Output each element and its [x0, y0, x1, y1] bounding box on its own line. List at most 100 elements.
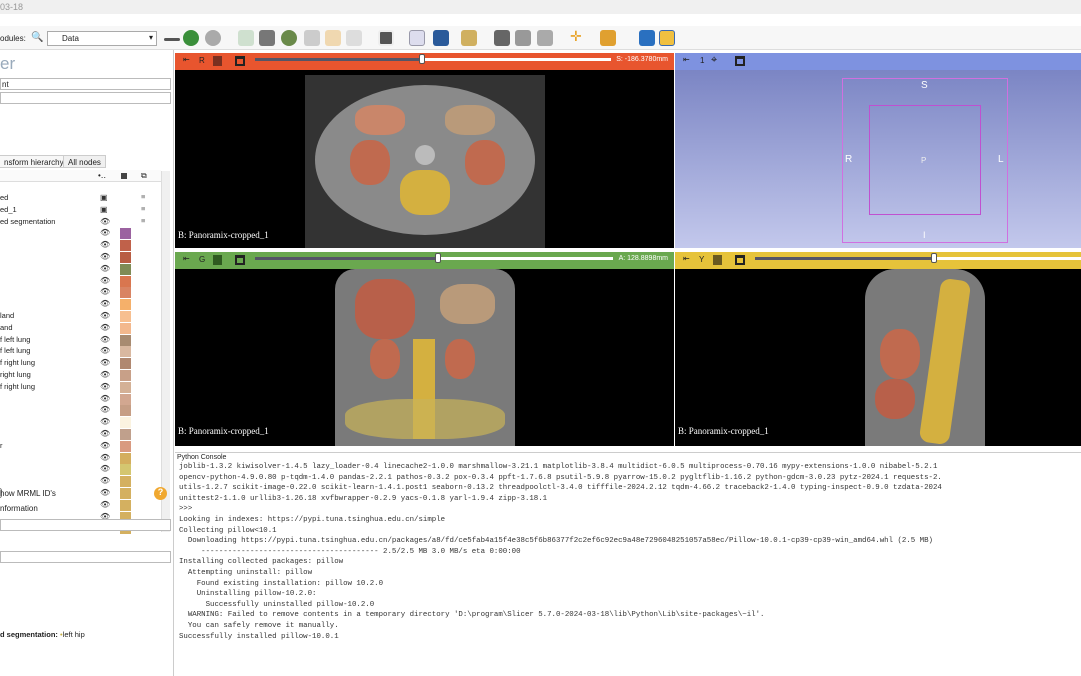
segment-row[interactable]: 👁 [0, 252, 160, 263]
segment-row[interactable]: 👁 [0, 275, 160, 287]
segment-row[interactable]: 👁 [0, 287, 160, 299]
segment-row[interactable]: f right lung 👁 [0, 358, 160, 370]
tab-transform-hierarchy[interactable]: nsform hierarchy [0, 155, 69, 168]
tree-scrollbar[interactable] [161, 171, 170, 532]
info-field-2[interactable] [0, 551, 171, 563]
segment-color-swatch[interactable] [120, 370, 131, 381]
segment-color-swatch[interactable] [120, 275, 131, 287]
yellow-slice-slider[interactable] [755, 253, 1081, 263]
module-search-icon[interactable]: 🔍 [31, 32, 43, 43]
segment-row[interactable]: f left lung 👁 [0, 346, 160, 358]
yellow-slice-view[interactable]: B: Panoramix-cropped_1 [675, 269, 1081, 446]
eye-icon[interactable]: 👁 [100, 464, 110, 473]
tab-all-nodes[interactable]: All nodes [63, 155, 106, 168]
eye-icon[interactable]: 👁 [100, 228, 110, 237]
segment-color-swatch[interactable] [120, 322, 131, 334]
segment-row[interactable]: r 👁 [0, 440, 160, 452]
segment-color-swatch[interactable] [120, 381, 131, 393]
segment-row[interactable]: right lung 👁 [0, 370, 160, 381]
information-section[interactable]: nformation [0, 504, 38, 513]
extensions-icon[interactable] [537, 30, 553, 46]
eye-icon[interactable]: 👁 [100, 287, 110, 296]
window-level-icon[interactable] [433, 30, 449, 46]
segment-row[interactable]: 👁 [0, 405, 160, 417]
segment-color-swatch[interactable] [120, 263, 131, 275]
segment-color-swatch[interactable] [120, 440, 131, 452]
eye-icon[interactable]: 👁 [100, 417, 110, 426]
eye-icon[interactable]: 👁 [100, 252, 110, 261]
volume-visibility-icon[interactable]: ▣ [100, 205, 108, 214]
link-icon[interactable] [213, 56, 222, 66]
slider-knob[interactable] [419, 54, 426, 64]
segment-row[interactable]: 👁 [0, 429, 160, 440]
eye-icon[interactable]: 👁 [100, 382, 110, 391]
red-slice-view[interactable]: B: Panoramix-cropped_1 [175, 70, 674, 248]
transform-column-icon[interactable]: ⧉ [141, 171, 147, 181]
segment-color-swatch[interactable] [120, 252, 131, 263]
volume-visibility-icon[interactable]: ▣ [100, 193, 108, 202]
mouse-pointer-icon[interactable] [409, 30, 425, 46]
layout-icon[interactable] [378, 30, 394, 46]
link-icon[interactable] [213, 255, 222, 265]
link-icon[interactable] [713, 255, 722, 265]
segment-color-swatch[interactable] [120, 346, 131, 358]
maximize-view-icon[interactable] [735, 56, 745, 66]
segment-color-swatch[interactable] [120, 464, 131, 476]
eye-icon[interactable]: 👁 [100, 264, 110, 273]
segment-color-swatch[interactable] [120, 334, 131, 346]
data-module-icon[interactable] [238, 30, 254, 46]
crosshair-icon[interactable]: ✛ [570, 28, 586, 44]
eye-icon[interactable]: 👁 [100, 335, 110, 344]
maximize-view-icon[interactable] [235, 56, 245, 66]
segment-row[interactable]: f left lung 👁 [0, 334, 160, 346]
eye-icon[interactable]: 👁 [100, 217, 110, 226]
console-output[interactable]: joblib-1.3.2 kiwisolver-1.4.5 lazy_loade… [175, 462, 1081, 642]
help-icon[interactable]: ? [154, 487, 167, 500]
eye-icon[interactable]: 👁 [100, 405, 110, 414]
eye-icon[interactable]: 👁 [100, 346, 110, 355]
segment-color-swatch[interactable] [120, 240, 131, 252]
segment-row[interactable]: 👁 [0, 417, 160, 429]
tree-node-row[interactable]: ed segmentation 👁 ≡ [0, 216, 160, 228]
screenshot-icon[interactable] [494, 30, 510, 46]
python-console[interactable]: Python Console joblib-1.3.2 kiwisolver-1… [175, 452, 1081, 652]
eye-icon[interactable]: 👁 [100, 370, 110, 379]
segment-row[interactable]: 👁 [0, 263, 160, 275]
eye-icon[interactable]: 👁 [100, 323, 110, 332]
menu-icon[interactable]: ≡ [141, 192, 145, 201]
segment-color-swatch[interactable] [120, 311, 131, 322]
segment-row[interactable]: 👁 [0, 299, 160, 311]
eye-icon[interactable]: 👁 [100, 429, 110, 438]
eye-icon[interactable]: 👁 [100, 311, 110, 320]
pin-icon[interactable]: ⇤ [683, 254, 690, 263]
tree-node-row[interactable]: ed_1 ▣ ≡ [0, 204, 160, 216]
slider-knob[interactable] [931, 253, 938, 263]
segment-color-swatch[interactable] [120, 499, 131, 511]
segment-color-swatch[interactable] [120, 228, 131, 240]
module-history-icon[interactable] [164, 38, 180, 41]
segment-row[interactable]: 👁 [0, 240, 160, 252]
scene-view-icon[interactable] [515, 30, 531, 46]
eye-icon[interactable]: 👁 [100, 476, 110, 485]
eye-icon[interactable]: 👁 [100, 276, 110, 285]
node-field[interactable]: nt [0, 78, 171, 90]
segment-color-swatch[interactable] [120, 452, 131, 464]
slider-knob[interactable] [434, 253, 441, 263]
python-console-icon[interactable] [659, 30, 675, 46]
visibility-column-icon[interactable]: •‥ [98, 171, 106, 180]
green-slice-view[interactable]: B: Panoramix-cropped_1 [175, 269, 674, 446]
segment-row[interactable]: 👁 [0, 476, 160, 488]
segment-color-swatch[interactable] [120, 476, 131, 488]
segment-color-swatch[interactable] [120, 287, 131, 299]
segment-color-swatch[interactable] [120, 405, 131, 417]
segment-row[interactable]: 👁 [0, 452, 160, 464]
segment-color-swatch[interactable] [120, 299, 131, 311]
tree-node-row[interactable]: ed ▣ ≡ [0, 192, 160, 204]
green-slice-slider[interactable] [255, 253, 613, 263]
models-module-icon[interactable] [281, 30, 297, 46]
pin-icon[interactable]: ⇤ [183, 55, 190, 64]
volumes-module-icon[interactable] [259, 30, 275, 46]
segment-row[interactable]: 👁 [0, 464, 160, 476]
eye-icon[interactable]: 👁 [100, 240, 110, 249]
jupyter-icon[interactable] [639, 30, 655, 46]
